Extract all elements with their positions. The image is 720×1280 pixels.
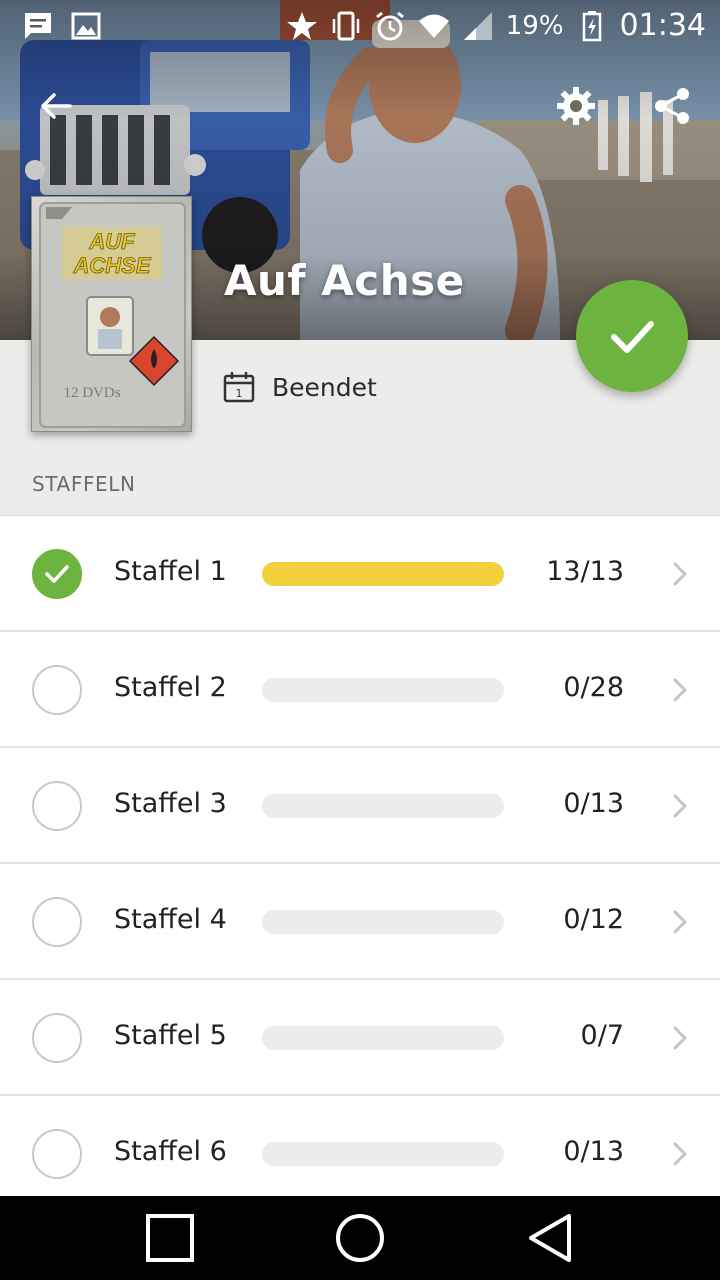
season-progress-bar — [262, 1142, 504, 1166]
settings-button[interactable] — [546, 76, 606, 136]
season-episode-count: 0/12 — [563, 904, 624, 935]
chevron-right-icon — [673, 910, 687, 934]
season-watched-toggle[interactable] — [32, 897, 82, 947]
season-name: Staffel 4 — [114, 904, 227, 935]
season-row[interactable]: Staffel 4 0/12 — [0, 864, 720, 980]
share-icon — [655, 88, 689, 124]
season-list: Staffel 1 13/13 Staffel 2 0/28 Staffel 3… — [0, 515, 720, 1196]
svg-text:1: 1 — [236, 387, 243, 400]
season-row[interactable]: Staffel 2 0/28 — [0, 632, 720, 748]
battery-icon — [582, 10, 601, 41]
season-episode-count: 0/7 — [580, 1020, 624, 1051]
triangle-back-icon — [529, 1214, 571, 1262]
star-icon — [286, 11, 317, 40]
poster-logo-line2: ACHSE — [72, 253, 151, 278]
home-button[interactable] — [330, 1210, 390, 1266]
chevron-right-icon — [673, 678, 687, 702]
signal-icon — [463, 11, 492, 40]
image-icon — [71, 12, 101, 40]
season-row[interactable]: Staffel 6 0/13 — [0, 1096, 720, 1196]
share-button[interactable] — [642, 76, 702, 136]
season-episode-count: 13/13 — [546, 556, 624, 587]
season-watched-toggle[interactable] — [32, 1013, 82, 1063]
season-watched-toggle[interactable] — [32, 1129, 82, 1179]
season-name: Staffel 6 — [114, 1136, 227, 1167]
back-button[interactable] — [26, 76, 86, 136]
season-name: Staffel 5 — [114, 1020, 227, 1051]
alarm-icon — [375, 11, 404, 40]
message-icon — [25, 13, 51, 39]
battery-percent: 19% — [505, 10, 564, 41]
season-name: Staffel 3 — [114, 788, 227, 819]
season-episode-count: 0/13 — [563, 788, 624, 819]
square-icon — [146, 1214, 194, 1262]
wifi-icon — [418, 14, 449, 38]
season-progress-bar — [262, 562, 504, 586]
show-status-text: Beendet — [272, 372, 377, 402]
season-watched-toggle[interactable] — [32, 665, 82, 715]
show-status: 1 Beendet — [222, 370, 377, 404]
show-title: Auf Achse — [224, 256, 465, 305]
season-episode-count: 0/13 — [563, 1136, 624, 1167]
calendar-icon: 1 — [223, 372, 255, 403]
poster-logo-line1: AUF — [88, 229, 135, 254]
season-row[interactable]: Staffel 3 0/13 — [0, 748, 720, 864]
gear-icon — [557, 87, 595, 125]
season-progress-bar — [262, 678, 504, 702]
poster-dvd-count: 12 DVDs — [63, 385, 120, 401]
vibrate-icon — [332, 11, 359, 40]
recents-button[interactable] — [140, 1210, 200, 1266]
season-episode-count: 0/28 — [563, 672, 624, 703]
chevron-right-icon — [673, 562, 687, 586]
system-nav-bar — [0, 1196, 720, 1280]
season-watched-toggle[interactable] — [32, 781, 82, 831]
season-row[interactable]: Staffel 5 0/7 — [0, 980, 720, 1096]
season-progress-fill — [262, 562, 504, 586]
season-name: Staffel 2 — [114, 672, 227, 703]
chevron-right-icon — [673, 1142, 687, 1166]
poster-artwork: AUF ACHSE 12 DVDs — [39, 202, 186, 428]
arrow-left-icon — [41, 93, 72, 119]
show-poster[interactable]: AUF ACHSE 12 DVDs — [31, 196, 192, 432]
chevron-right-icon — [673, 1026, 687, 1050]
season-progress-bar — [262, 794, 504, 818]
chevron-right-icon — [673, 794, 687, 818]
section-label: STAFFELN — [32, 472, 136, 496]
mark-all-watched-button[interactable] — [576, 280, 688, 392]
check-icon — [611, 321, 654, 353]
nav-back-button[interactable] — [520, 1210, 580, 1266]
status-bar: 19% 01:34 — [0, 0, 720, 52]
season-progress-bar — [262, 910, 504, 934]
season-progress-bar — [262, 1026, 504, 1050]
circle-icon — [336, 1214, 384, 1262]
season-row[interactable]: Staffel 1 13/13 — [0, 516, 720, 632]
season-watched-toggle[interactable] — [32, 549, 82, 599]
clock: 01:34 — [619, 8, 706, 43]
check-icon — [45, 565, 69, 583]
season-name: Staffel 1 — [114, 556, 227, 587]
